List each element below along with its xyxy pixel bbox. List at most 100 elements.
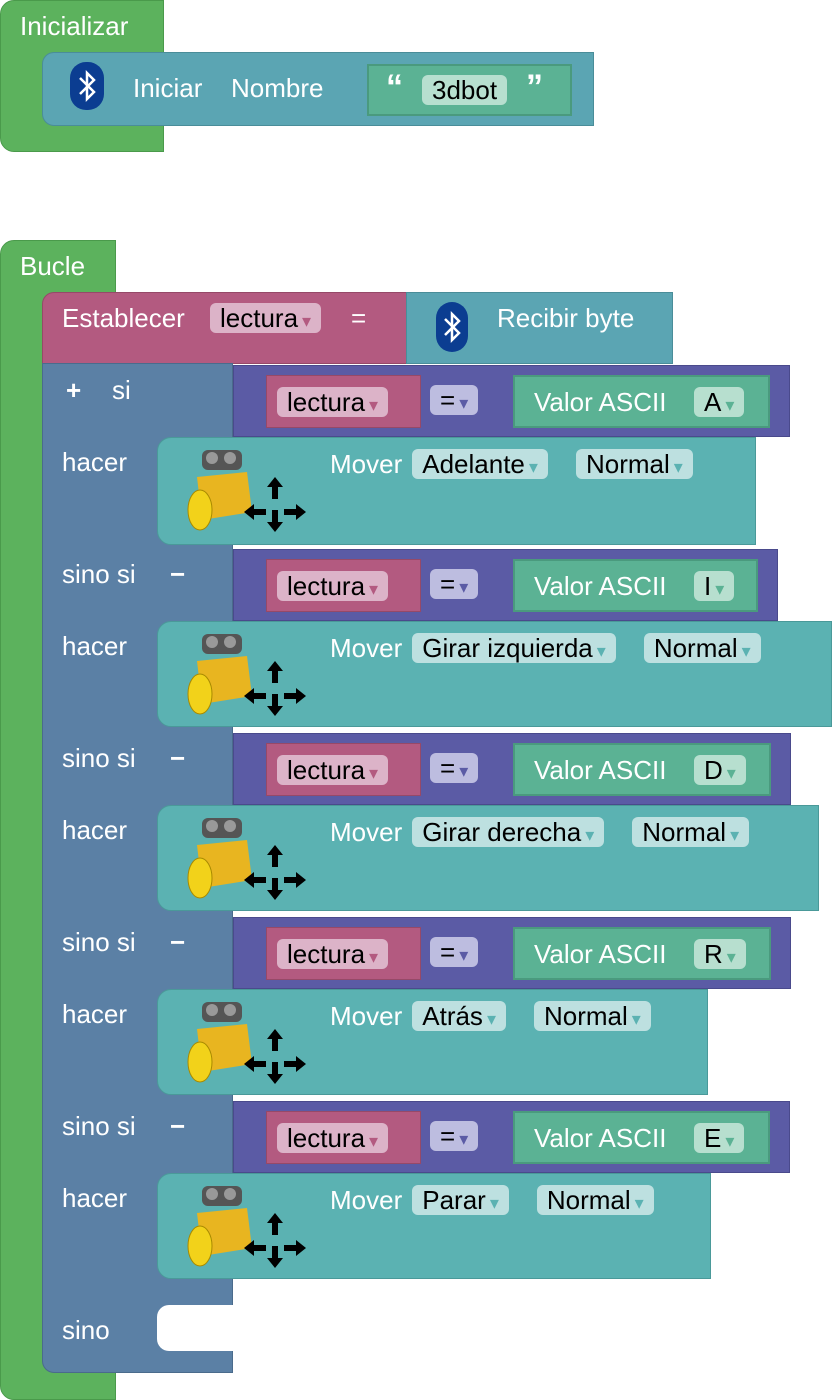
direction-dropdown[interactable]: Girar izquierda ▾ xyxy=(412,633,616,663)
dropdown-arrow-icon: ▾ xyxy=(726,763,736,783)
variable-dropdown[interactable]: lectura ▾ xyxy=(277,571,389,601)
operator-dropdown[interactable]: = ▾ xyxy=(430,1121,479,1151)
speed-dropdown[interactable]: Normal ▾ xyxy=(575,449,693,479)
letter: A xyxy=(704,387,722,417)
direction-dropdown[interactable]: Parar ▾ xyxy=(412,1185,509,1215)
direction-dropdown[interactable]: Adelante ▾ xyxy=(412,449,548,479)
operator-dropdown[interactable]: = ▾ xyxy=(430,753,479,783)
if-label: si xyxy=(112,375,131,405)
direction-dropdown[interactable]: Atrás ▾ xyxy=(412,1001,506,1031)
letter: D xyxy=(704,755,723,785)
speed: Normal xyxy=(653,633,738,663)
move-label: Mover xyxy=(330,817,403,847)
else-statement-slot[interactable] xyxy=(157,1305,234,1351)
do-label: hacer xyxy=(62,631,128,661)
dropdown-arrow-icon: ▾ xyxy=(459,393,469,413)
do-label: hacer xyxy=(62,447,128,477)
letter: E xyxy=(704,1123,722,1153)
robot-move-icon xyxy=(172,810,312,917)
ascii-letter-dropdown[interactable]: D ▾ xyxy=(694,755,746,785)
do-label: hacer xyxy=(62,815,128,845)
remove-branch-icon[interactable]: − xyxy=(170,559,185,589)
ascii-label: Valor ASCII xyxy=(534,387,667,417)
speed-dropdown[interactable]: Normal ▾ xyxy=(536,1185,654,1215)
remove-branch-icon[interactable]: − xyxy=(170,1111,185,1141)
elseif-label: sino si xyxy=(62,559,136,589)
move-label: Mover xyxy=(330,449,403,479)
dropdown-arrow-icon: ▾ xyxy=(725,1131,735,1151)
variable-dropdown[interactable]: lectura ▾ xyxy=(277,939,389,969)
equals-label: = xyxy=(351,303,367,333)
remove-branch-icon[interactable]: − xyxy=(170,927,185,957)
ascii-letter-dropdown[interactable]: R ▾ xyxy=(694,939,746,969)
robot-move-icon xyxy=(172,626,312,733)
ascii-letter-dropdown[interactable]: A ▾ xyxy=(694,387,745,417)
nombre-label: Nombre xyxy=(231,73,324,103)
direction: Girar derecha xyxy=(422,817,582,847)
variable-dropdown[interactable]: lectura ▾ xyxy=(277,387,389,417)
speed: Normal xyxy=(642,817,727,847)
add-branch-icon[interactable]: + xyxy=(66,375,81,405)
do-label: hacer xyxy=(62,1183,128,1213)
speed-dropdown[interactable]: Normal ▾ xyxy=(533,1001,651,1031)
ascii-label: Valor ASCII xyxy=(534,939,667,969)
ascii-label: Valor ASCII xyxy=(534,1123,667,1153)
dropdown-arrow-icon: ▾ xyxy=(369,395,379,415)
operator: = xyxy=(440,569,456,599)
dropdown-arrow-icon: ▾ xyxy=(369,1131,379,1151)
dropdown-arrow-icon: ▾ xyxy=(302,311,312,331)
speed: Normal xyxy=(585,449,670,479)
dropdown-arrow-icon: ▾ xyxy=(459,945,469,965)
letter: I xyxy=(704,571,712,601)
variable-name: lectura xyxy=(287,387,366,417)
dropdown-arrow-icon: ▾ xyxy=(459,577,469,597)
speed: Normal xyxy=(543,1001,628,1031)
dropdown-arrow-icon: ▾ xyxy=(459,761,469,781)
ascii-letter-dropdown[interactable]: I ▾ xyxy=(694,571,735,601)
set-variable-dropdown[interactable]: lectura ▾ xyxy=(210,303,322,333)
dropdown-arrow-icon: ▾ xyxy=(673,457,683,477)
name-text-field[interactable]: 3dbot xyxy=(422,75,508,105)
dropdown-arrow-icon: ▾ xyxy=(585,825,595,845)
speed-dropdown[interactable]: Normal ▾ xyxy=(643,633,761,663)
dropdown-arrow-icon: ▾ xyxy=(489,1193,499,1213)
operator-dropdown[interactable]: = ▾ xyxy=(430,385,479,415)
move-label: Mover xyxy=(330,633,403,663)
move-fields: Mover Girar derecha ▾ Normal ▾ xyxy=(330,817,750,847)
elseif-label: sino si xyxy=(62,1111,136,1141)
variable-name: lectura xyxy=(287,1123,366,1153)
ascii-label: Valor ASCII xyxy=(534,755,667,785)
variable-dropdown[interactable]: lectura ▾ xyxy=(277,1123,389,1153)
ascii-letter-dropdown[interactable]: E ▾ xyxy=(694,1123,745,1153)
iniciar-label: Iniciar xyxy=(133,73,203,103)
remove-branch-icon[interactable]: − xyxy=(170,743,185,773)
do-label: hacer xyxy=(62,999,128,1029)
move-label: Mover xyxy=(330,1185,403,1215)
dropdown-arrow-icon: ▾ xyxy=(528,457,538,477)
direction: Atrás xyxy=(422,1001,483,1031)
operator-dropdown[interactable]: = ▾ xyxy=(430,937,479,967)
variable-dropdown[interactable]: lectura ▾ xyxy=(277,755,389,785)
move-fields: Mover Parar ▾ Normal ▾ xyxy=(330,1185,654,1215)
dropdown-arrow-icon: ▾ xyxy=(730,825,740,845)
set-label: Establecer xyxy=(62,303,185,333)
dropdown-arrow-icon: ▾ xyxy=(715,579,725,599)
direction: Girar izquierda xyxy=(422,633,593,663)
robot-move-icon xyxy=(172,994,312,1101)
close-quote: ” xyxy=(526,68,543,106)
move-label: Mover xyxy=(330,1001,403,1031)
direction-dropdown[interactable]: Girar derecha ▾ xyxy=(412,817,605,847)
operator-dropdown[interactable]: = ▾ xyxy=(430,569,479,599)
move-fields: Mover Adelante ▾ Normal ▾ xyxy=(330,449,693,479)
move-fields: Mover Girar izquierda ▾ Normal ▾ xyxy=(330,633,761,663)
dropdown-arrow-icon: ▾ xyxy=(725,395,735,415)
init-title: Inicializar xyxy=(20,11,129,41)
bluetooth-icon xyxy=(436,302,468,352)
direction: Parar xyxy=(422,1185,486,1215)
speed-dropdown[interactable]: Normal ▾ xyxy=(632,817,750,847)
robot-move-icon xyxy=(172,1178,312,1285)
variable-name: lectura xyxy=(287,755,366,785)
else-label: sino xyxy=(62,1315,110,1345)
receive-byte-label: Recibir byte xyxy=(497,303,635,333)
move-fields: Mover Atrás ▾ Normal ▾ xyxy=(330,1001,651,1031)
